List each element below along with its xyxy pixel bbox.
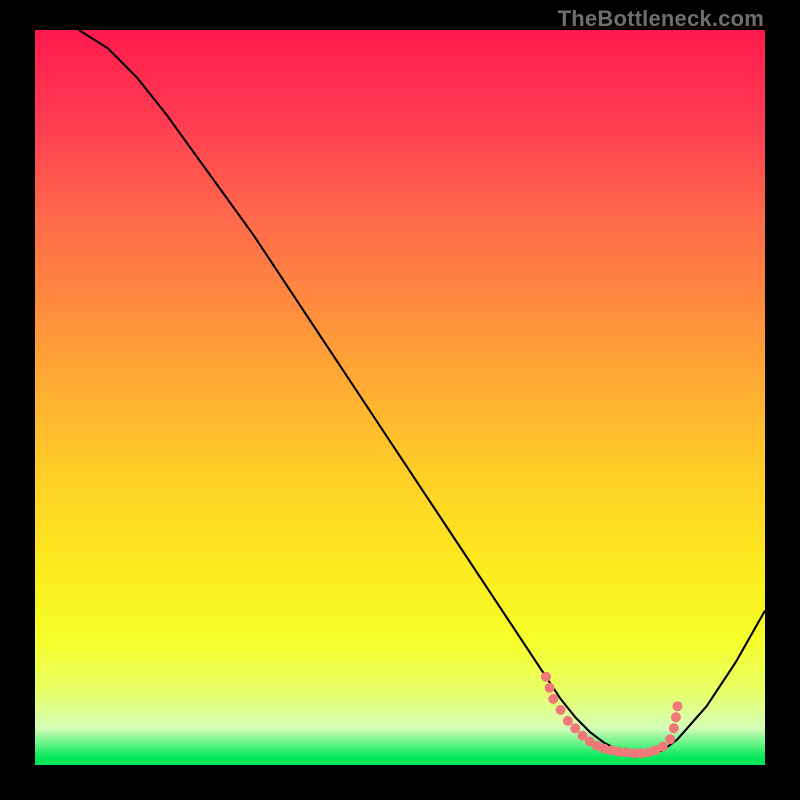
marker-dot bbox=[556, 705, 566, 715]
plot-area bbox=[35, 30, 765, 765]
marker-dot bbox=[658, 742, 668, 752]
marker-dot bbox=[563, 716, 573, 726]
bottleneck-curve-path bbox=[79, 30, 765, 754]
marker-dot bbox=[672, 701, 682, 711]
marker-dot bbox=[665, 734, 675, 744]
marker-dot bbox=[541, 672, 551, 682]
marker-dot bbox=[545, 683, 555, 693]
marker-dot bbox=[671, 712, 681, 722]
watermark-text: TheBottleneck.com bbox=[558, 6, 764, 32]
marker-dot bbox=[548, 694, 558, 704]
marker-dot bbox=[570, 723, 580, 733]
chart-stage: TheBottleneck.com bbox=[0, 0, 800, 800]
marker-dot bbox=[669, 723, 679, 733]
chart-svg bbox=[35, 30, 765, 765]
marker-cluster bbox=[541, 672, 682, 758]
